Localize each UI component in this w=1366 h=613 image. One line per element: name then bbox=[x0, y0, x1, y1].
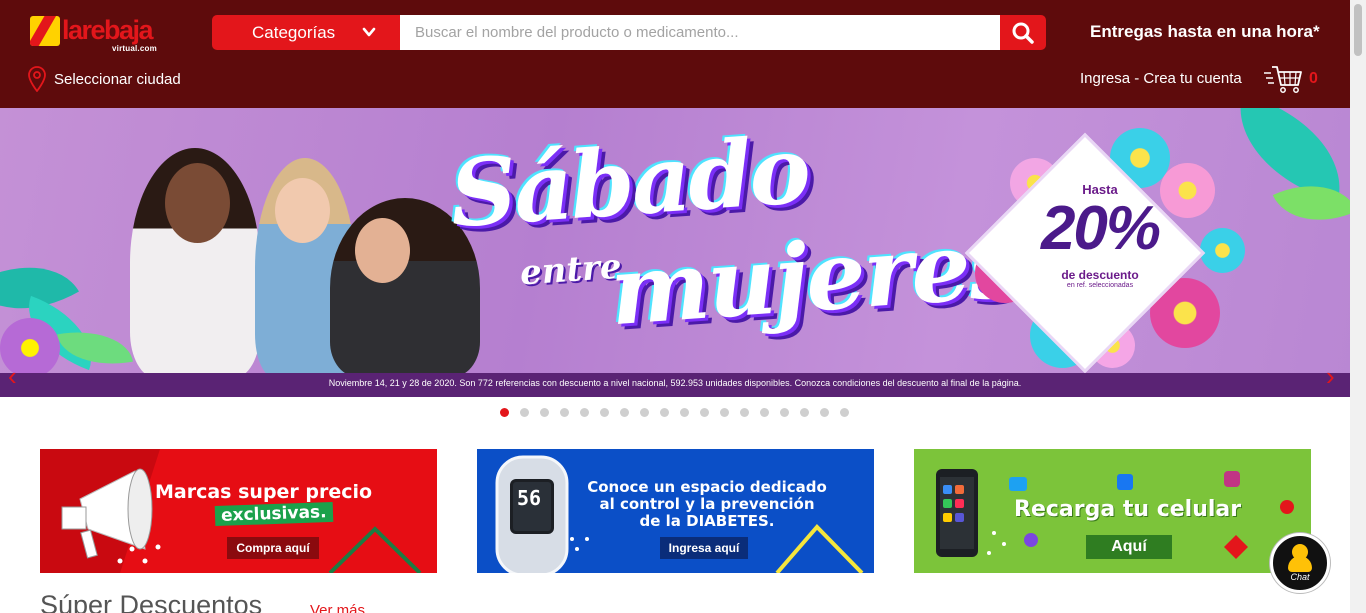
chat-agent-body bbox=[1288, 556, 1312, 572]
page-scrollbar[interactable] bbox=[1350, 0, 1366, 613]
cart-icon[interactable] bbox=[1264, 64, 1304, 94]
carousel-dot[interactable] bbox=[700, 408, 709, 417]
carousel-dot[interactable] bbox=[760, 408, 769, 417]
promo-1-title-line1: Marcas super precio bbox=[155, 481, 373, 503]
carousel-next-arrow-icon[interactable]: › bbox=[1326, 363, 1335, 389]
categories-label: Categorías bbox=[252, 22, 336, 42]
carousel-prev-arrow-icon[interactable]: ‹ bbox=[8, 363, 17, 389]
carousel-dot[interactable] bbox=[600, 408, 609, 417]
page: larebaja virtual.com Categorías Entregas… bbox=[0, 0, 1366, 613]
section-see-more-link[interactable]: Ver más bbox=[310, 602, 365, 613]
discount-value: 20% bbox=[1040, 194, 1161, 263]
promo-3-button[interactable]: Aquí bbox=[1086, 535, 1172, 559]
promo-3-title: Recarga tu celular bbox=[1014, 497, 1242, 522]
decor-flower bbox=[1200, 228, 1245, 273]
scrollbar-thumb[interactable] bbox=[1354, 4, 1362, 56]
carousel-dot[interactable] bbox=[720, 408, 729, 417]
glucometer-reading: 56 bbox=[517, 486, 542, 510]
site-header: larebaja virtual.com Categorías Entregas… bbox=[0, 0, 1350, 108]
carousel-dot[interactable] bbox=[780, 408, 789, 417]
chevron-down-icon bbox=[362, 27, 376, 37]
logo-text: larebaja bbox=[62, 15, 154, 45]
promo-2-button[interactable]: Ingresa aquí bbox=[660, 537, 748, 559]
woman-1-face bbox=[165, 163, 230, 243]
promo-card-diabetes[interactable]: 56 Conoce un espacio dedicado al control… bbox=[477, 449, 874, 573]
carousel-dot[interactable] bbox=[740, 408, 749, 417]
login-register-link[interactable]: Ingresa - Crea tu cuenta bbox=[1080, 70, 1242, 87]
carousel-dot[interactable] bbox=[820, 408, 829, 417]
promo-1-title-line2: exclusivas. bbox=[214, 501, 333, 527]
delivery-promise: Entregas hasta en una hora* bbox=[1090, 22, 1320, 41]
promo-card-exclusive-brands[interactable]: Marcas super precio exclusivas. Compra a… bbox=[40, 449, 437, 573]
promo-2-title-line1: Conoce un espacio dedicado bbox=[587, 478, 827, 496]
carousel-dot[interactable] bbox=[620, 408, 629, 417]
carousel-dot[interactable] bbox=[640, 408, 649, 417]
carousel-dot[interactable] bbox=[840, 408, 849, 417]
chat-button[interactable]: Chat bbox=[1270, 533, 1330, 593]
carousel-dot[interactable] bbox=[540, 408, 549, 417]
carousel-dots bbox=[500, 408, 849, 417]
select-city-label: Seleccionar ciudad bbox=[54, 70, 181, 88]
logo-subtext: virtual.com bbox=[112, 44, 157, 53]
select-city-link[interactable]: Seleccionar ciudad bbox=[28, 66, 181, 92]
search-input[interactable] bbox=[400, 15, 1000, 50]
decor-flower bbox=[1160, 163, 1215, 218]
cart-count: 0 bbox=[1309, 70, 1318, 87]
discount-subtext: en ref. seleccionadas bbox=[1066, 282, 1134, 289]
banner-footnote: Noviembre 14, 21 y 28 de 2020. Son 772 r… bbox=[328, 378, 1022, 388]
hero-banner[interactable]: Sábado entre mujeres Hasta 20% de descue… bbox=[0, 108, 1350, 397]
carousel-dot[interactable] bbox=[680, 408, 689, 417]
logo[interactable]: larebaja virtual.com bbox=[30, 14, 170, 56]
carousel-dot[interactable] bbox=[560, 408, 569, 417]
chat-label: Chat bbox=[1290, 572, 1310, 582]
woman-3-face bbox=[355, 218, 410, 283]
promo-card-mobile-recharge[interactable]: Recarga tu celular Aquí bbox=[914, 449, 1311, 573]
carousel-dot[interactable] bbox=[520, 408, 529, 417]
logo-mark-icon bbox=[30, 16, 60, 46]
search-button[interactable] bbox=[1000, 15, 1046, 50]
categories-button[interactable]: Categorías bbox=[212, 15, 400, 50]
carousel-dot[interactable] bbox=[580, 408, 589, 417]
location-pin-icon bbox=[28, 66, 46, 92]
discount-text: de descuento bbox=[1061, 268, 1139, 282]
promo-1-button[interactable]: Compra aquí bbox=[227, 537, 319, 559]
woman-2-face bbox=[275, 178, 330, 243]
promo-2-title-line3: de la DIABETES. bbox=[639, 512, 775, 530]
carousel-dot[interactable] bbox=[800, 408, 809, 417]
search-icon bbox=[1012, 22, 1034, 44]
section-title: Súper Descuentos bbox=[40, 590, 263, 613]
promo-2-title-line2: al control y la prevención bbox=[599, 495, 815, 513]
carousel-dot[interactable] bbox=[500, 408, 509, 417]
carousel-dot[interactable] bbox=[660, 408, 669, 417]
